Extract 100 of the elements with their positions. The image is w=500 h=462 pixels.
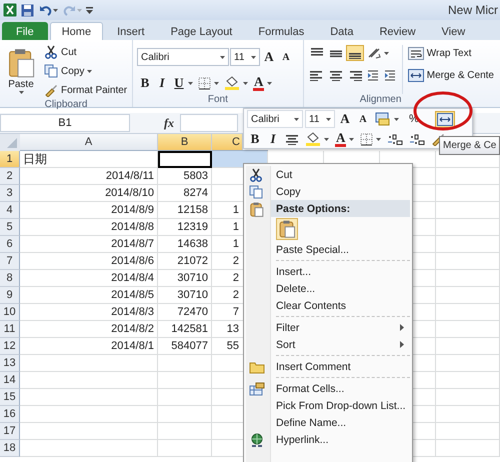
merge-cells-icon xyxy=(437,112,453,126)
table-cell: 5803 xyxy=(158,168,212,185)
row-header[interactable]: 12 xyxy=(0,338,20,355)
menu-item[interactable]: Copy xyxy=(246,183,410,200)
ribbon-tab[interactable]: Home xyxy=(50,22,104,40)
grow-font-button[interactable]: A xyxy=(261,47,277,67)
fill-color-button[interactable] xyxy=(303,130,331,148)
group-label: Font xyxy=(206,94,229,107)
fill-color-button[interactable] xyxy=(222,74,250,92)
borders-icon xyxy=(360,132,374,146)
column-header[interactable]: C xyxy=(212,134,243,150)
menu-item[interactable]: Format Cells... xyxy=(246,380,410,397)
font-family-select[interactable]: Calibri xyxy=(137,48,229,66)
ribbon-tab[interactable]: Review xyxy=(367,22,428,40)
font-color-button[interactable]: A xyxy=(333,130,356,148)
row-header[interactable]: 18 xyxy=(0,440,20,457)
menu-item[interactable]: Insert Comment xyxy=(246,358,410,375)
column-header[interactable]: B xyxy=(158,134,212,151)
align-center-icon xyxy=(285,133,299,145)
caret-icon xyxy=(267,82,272,84)
group-label: Alignmen xyxy=(358,94,402,107)
quick-access-button[interactable] xyxy=(20,4,35,16)
menu-item[interactable]: Hyperlink... xyxy=(246,431,410,448)
tooltip: Merge & Ce xyxy=(439,136,500,155)
row-header[interactable]: 5 xyxy=(0,219,20,236)
row-header[interactable]: 2 xyxy=(0,168,20,185)
font-style-button[interactable]: U xyxy=(171,73,195,93)
menu-item[interactable]: Define Name... xyxy=(246,414,410,431)
wrap-text-icon xyxy=(408,47,424,60)
row-header[interactable]: 11 xyxy=(0,321,20,338)
row-header[interactable]: 8 xyxy=(0,270,20,287)
merge-center-button[interactable] xyxy=(435,110,455,128)
borders-button[interactable] xyxy=(358,130,384,148)
redo-icon xyxy=(63,4,76,16)
empty-cell xyxy=(436,202,500,219)
caret-icon xyxy=(214,82,219,84)
number-format-button[interactable] xyxy=(373,110,401,128)
table-cell: 14638 xyxy=(158,236,212,253)
align-right-icon xyxy=(348,69,362,81)
insert-function-button[interactable]: fx xyxy=(164,116,174,130)
paste-button[interactable]: Paste xyxy=(4,43,38,99)
row-header[interactable]: 3 xyxy=(0,185,20,202)
clipboard-button[interactable]: Cut xyxy=(42,43,130,61)
table-cell: 2014/8/1 xyxy=(20,338,158,355)
menu-item[interactable]: Cut xyxy=(246,166,410,183)
empty-cell xyxy=(436,219,500,236)
ribbon-tab[interactable]: Data xyxy=(318,22,366,40)
copy-icon xyxy=(44,64,58,78)
row-header[interactable]: 9 xyxy=(0,287,20,304)
clipboard-button[interactable]: Copy xyxy=(42,62,130,80)
quick-access-button[interactable] xyxy=(38,4,59,16)
font-color-button[interactable]: A xyxy=(251,74,274,92)
grow-font-button[interactable]: A xyxy=(337,109,353,129)
caret-icon xyxy=(349,138,354,140)
ribbon-tab[interactable]: View xyxy=(430,22,478,40)
borders-button[interactable] xyxy=(196,74,221,92)
row-header[interactable]: 4 xyxy=(0,202,20,219)
row-header[interactable]: 7 xyxy=(0,253,20,270)
caret-icon xyxy=(18,91,24,94)
ribbon-tab[interactable]: File xyxy=(2,22,48,40)
font-size-select[interactable]: 11 xyxy=(230,48,260,66)
ribbon-tab[interactable]: Page Layout xyxy=(158,22,244,40)
name-box[interactable]: B1 xyxy=(0,114,130,132)
table-cell: 21072 xyxy=(158,253,212,270)
formula-input[interactable] xyxy=(180,114,238,132)
row-header[interactable]: 15 xyxy=(0,389,20,406)
row-header[interactable]: 1 xyxy=(0,151,20,168)
column-header[interactable]: A xyxy=(20,134,158,151)
wrap-text-button[interactable]: Wrap Text xyxy=(406,45,496,62)
merge-center-button[interactable]: Merge & Cente xyxy=(406,67,496,84)
font-family-select[interactable]: Calibri xyxy=(247,110,303,128)
ribbon-tab[interactable]: Insert xyxy=(105,22,157,40)
table-cell: 2014/8/5 xyxy=(20,287,158,304)
menu-item[interactable]: Pick From Drop-down List... xyxy=(246,397,410,414)
empty-cell xyxy=(436,168,500,185)
italic-button[interactable]: I xyxy=(265,129,281,149)
empty-cell xyxy=(436,270,500,287)
row-header[interactable]: 6 xyxy=(0,236,20,253)
bold-button[interactable]: B xyxy=(247,129,263,149)
ribbon-tab[interactable]: Formulas xyxy=(246,22,316,40)
align-center-icon xyxy=(328,69,343,81)
caret-icon xyxy=(384,52,389,54)
shrink-font-button[interactable]: A xyxy=(278,50,294,64)
font-size-select[interactable]: 11 xyxy=(305,110,335,128)
row-header[interactable]: 14 xyxy=(0,372,20,389)
shrink-font-button[interactable]: A xyxy=(355,112,371,126)
row-header[interactable]: 16 xyxy=(0,406,20,423)
empty-cell xyxy=(436,440,500,457)
row-header[interactable]: 17 xyxy=(0,423,20,440)
vertical-align-button[interactable] xyxy=(346,45,364,61)
row-header[interactable]: 13 xyxy=(0,355,20,372)
font-style-button[interactable]: I xyxy=(154,73,170,93)
row-header[interactable]: 10 xyxy=(0,304,20,321)
table-cell: 2014/8/10 xyxy=(20,185,158,202)
clipboard-button[interactable]: Format Painter xyxy=(42,81,130,99)
empty-cell xyxy=(436,321,500,338)
caret-icon xyxy=(324,138,329,140)
font-style-button[interactable]: B xyxy=(137,73,153,93)
text-orientation-icon xyxy=(366,47,381,59)
paste-option-button[interactable] xyxy=(276,218,298,240)
